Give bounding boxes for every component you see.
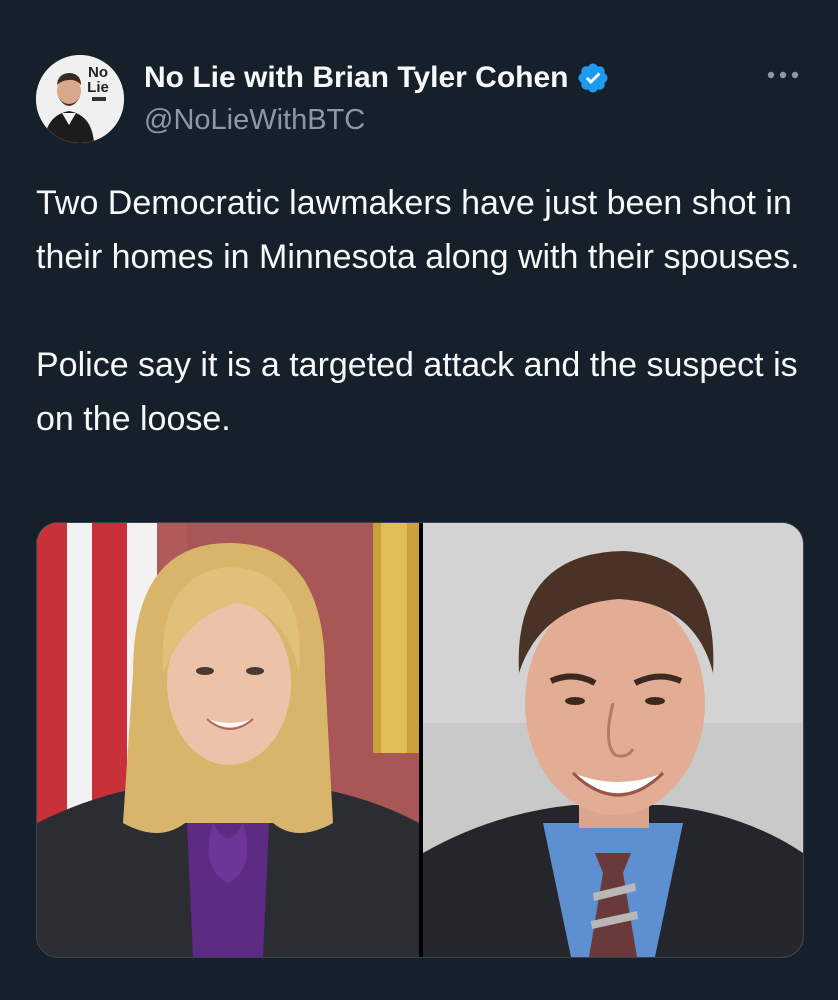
author-avatar[interactable]: No Lie	[36, 55, 124, 143]
tweet-paragraph: Police say it is a targeted attack and t…	[36, 346, 798, 438]
author-name-row[interactable]: No Lie with Brian Tyler Cohen	[144, 58, 610, 98]
avatar-image: No Lie	[36, 55, 124, 143]
tweet-card: No Lie No Lie with Brian Tyler Cohen @No…	[0, 0, 838, 1000]
media-photo-right[interactable]	[423, 523, 803, 957]
author-handle[interactable]: @NoLieWithBTC	[144, 104, 365, 137]
verified-badge-icon[interactable]	[576, 61, 610, 95]
tweet-media[interactable]	[36, 522, 804, 958]
avatar-logo-lie: Lie	[87, 79, 109, 96]
more-options-icon[interactable]	[764, 64, 802, 86]
author-display-name[interactable]: No Lie with Brian Tyler Cohen	[144, 61, 568, 95]
tweet-text: Two Democratic lawmakers have just been …	[36, 176, 806, 446]
tweet-paragraph: Two Democratic lawmakers have just been …	[36, 184, 800, 276]
media-photo-left[interactable]	[37, 523, 419, 957]
